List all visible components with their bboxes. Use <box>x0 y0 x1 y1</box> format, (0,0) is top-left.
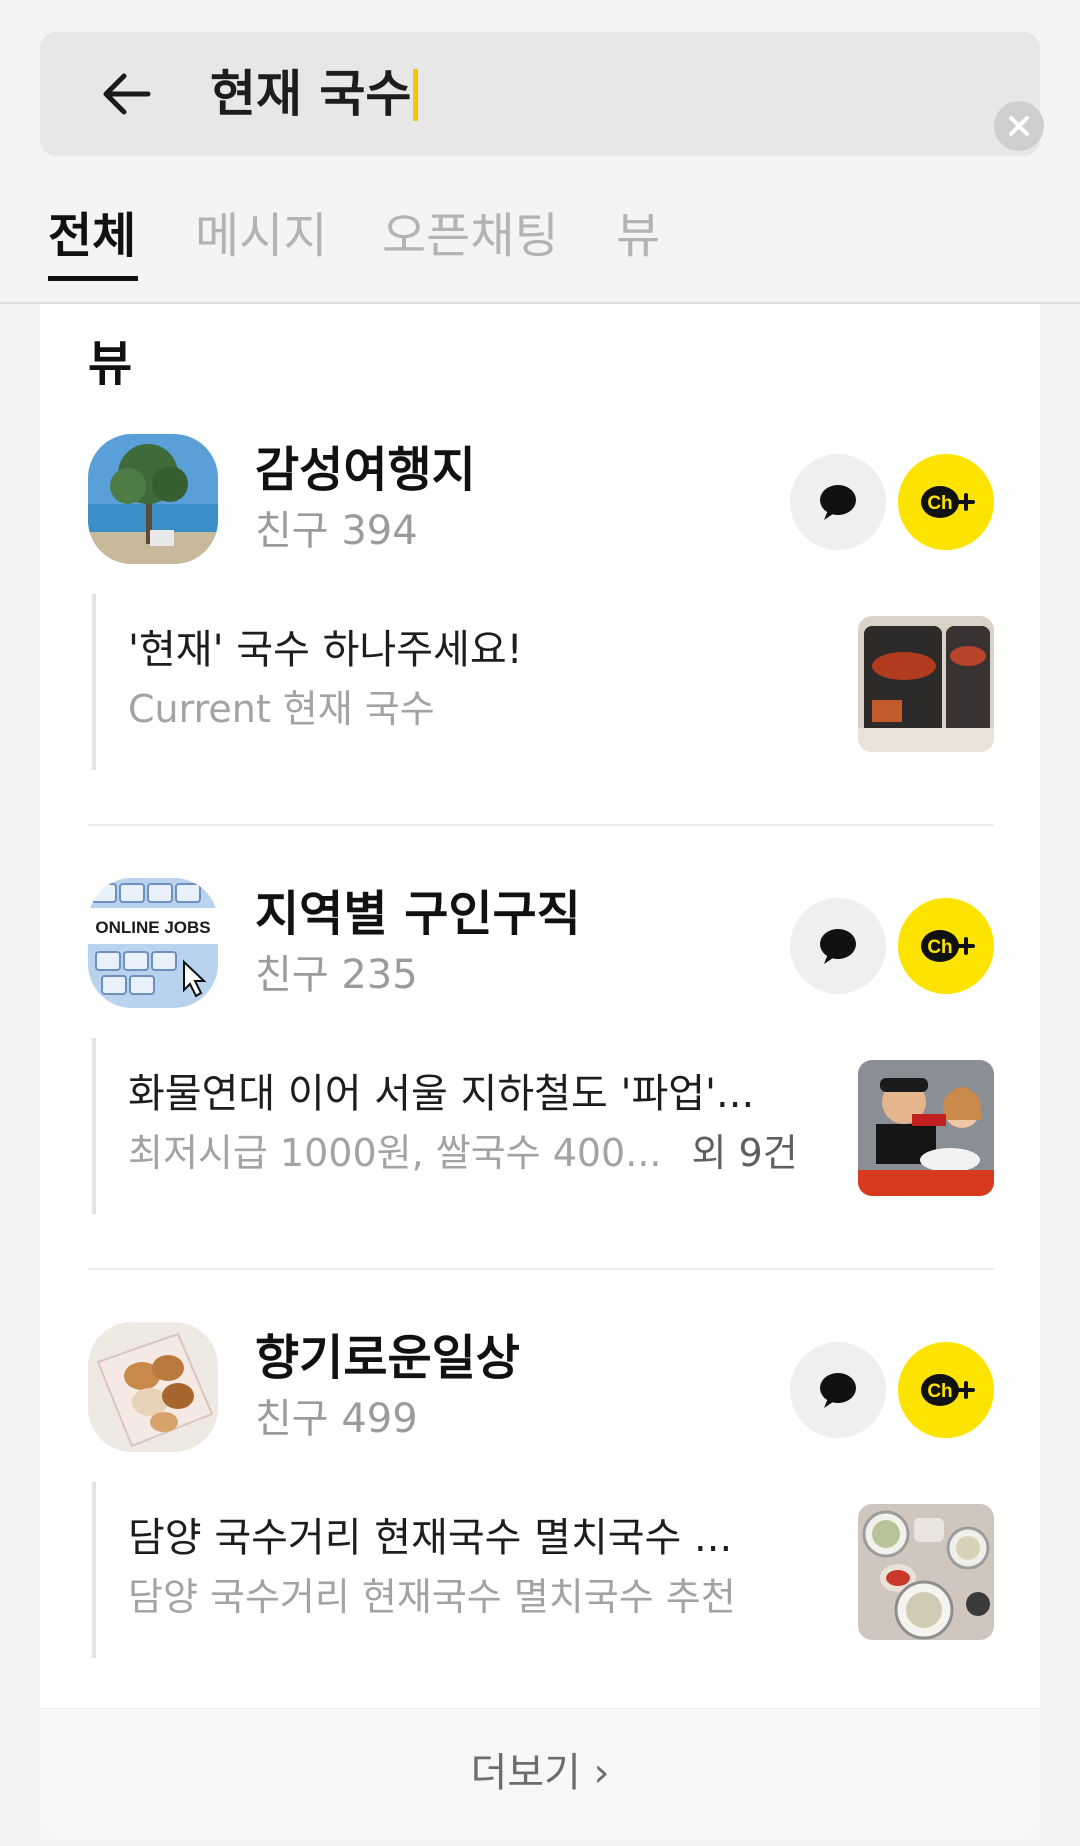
channel-plus-icon: Ch <box>921 930 975 962</box>
beach-tree-image <box>88 434 218 564</box>
more-button[interactable]: 더보기 › <box>40 1708 1040 1841</box>
tab-all[interactable]: 전체 <box>48 206 136 266</box>
clear-search-icon[interactable] <box>994 101 1044 151</box>
back-arrow-icon[interactable] <box>98 66 154 122</box>
noodle-dishes-image <box>858 1504 994 1640</box>
channel-result: 감성여행지 친구 394 Ch '현재' 국수 하나주세요! Current 현… <box>40 304 1040 826</box>
post-subtitle: Current 현재 국수 <box>128 687 435 731</box>
post-title[interactable]: 담양 국수거리 현재국수 멸치국수 ... <box>128 1512 732 1564</box>
post-thumbnail[interactable] <box>858 1060 994 1196</box>
friend-count: 친구 499 <box>255 1396 418 1442</box>
search-bar: 현재 국수 <box>40 32 1044 156</box>
post-subtitle: 최저시급 1000원, 쌀국수 400... 외 9건 <box>128 1128 798 1178</box>
keyboard-image: ONLINE JOBS <box>88 878 218 1008</box>
post-thumbnail[interactable] <box>858 1504 994 1640</box>
chat-button[interactable] <box>790 1342 886 1438</box>
channel-result: ONLINE JOBS 지역별 구인구직 친구 235 Ch 화물연대 이어 서… <box>40 748 1040 1270</box>
chat-bubble-icon <box>820 1373 856 1408</box>
channel-plus-icon: Ch <box>921 1374 975 1406</box>
svg-text:Ch: Ch <box>927 1381 952 1402</box>
avatar[interactable] <box>88 1322 218 1452</box>
post-title[interactable]: '현재' 국수 하나주세요! <box>128 624 523 676</box>
text-caret <box>413 69 419 121</box>
post-thumbnail[interactable] <box>858 616 994 752</box>
post-subtitle-text: 최저시급 1000원, 쌀국수 400... <box>128 1131 662 1175</box>
channel-name[interactable]: 향기로운일상 <box>255 1328 520 1388</box>
active-tab-indicator <box>48 276 138 281</box>
chat-button[interactable] <box>790 454 886 550</box>
add-channel-button[interactable]: Ch <box>898 898 994 994</box>
post-accent-bar <box>92 1482 96 1658</box>
add-channel-button[interactable]: Ch <box>898 1342 994 1438</box>
view-results-card: 뷰 감성여행지 친구 394 Ch '현재' 국수 하나주세요! Current… <box>40 304 1040 1841</box>
noodle-package-image <box>858 616 994 752</box>
chat-button[interactable] <box>790 898 886 994</box>
search-tabs: 전체 메시지 오픈채팅 뷰 <box>0 190 1080 304</box>
tab-view[interactable]: 뷰 <box>616 206 660 266</box>
channel-result: 향기로운일상 친구 499 Ch 담양 국수거리 현재국수 멸치국수 ... 담… <box>40 1192 1040 1658</box>
svg-text:Ch: Ch <box>927 937 952 958</box>
tab-openchat[interactable]: 오픈채팅 <box>382 206 559 266</box>
search-input[interactable]: 현재 국수 <box>210 62 419 126</box>
chat-bubble-icon <box>820 485 856 520</box>
more-posts-count: 외 9건 <box>691 1131 798 1175</box>
chat-bubble-icon <box>820 929 856 964</box>
friend-count: 친구 394 <box>255 508 418 554</box>
post-accent-bar <box>92 594 96 770</box>
post-accent-bar <box>92 1038 96 1214</box>
tab-messages[interactable]: 메시지 <box>195 206 327 266</box>
people-eating-image <box>858 1060 994 1196</box>
post-title[interactable]: 화물연대 이어 서울 지하철도 '파업'... <box>128 1068 754 1120</box>
avatar[interactable]: ONLINE JOBS <box>88 878 218 1008</box>
avatar[interactable] <box>88 434 218 564</box>
search-query: 현재 국수 <box>210 65 412 123</box>
more-label: 더보기 › <box>470 1750 610 1796</box>
channel-name[interactable]: 지역별 구인구직 <box>255 884 581 944</box>
svg-text:Ch: Ch <box>927 493 952 514</box>
post-subtitle: 담양 국수거리 현재국수 멸치국수 추천 <box>128 1575 736 1619</box>
channel-name[interactable]: 감성여행지 <box>255 440 476 500</box>
svg-text:ONLINE JOBS: ONLINE JOBS <box>95 918 210 937</box>
channel-plus-icon: Ch <box>921 486 975 518</box>
add-channel-button[interactable]: Ch <box>898 454 994 550</box>
pastry-box-image <box>88 1322 218 1452</box>
friend-count: 친구 235 <box>255 952 418 998</box>
